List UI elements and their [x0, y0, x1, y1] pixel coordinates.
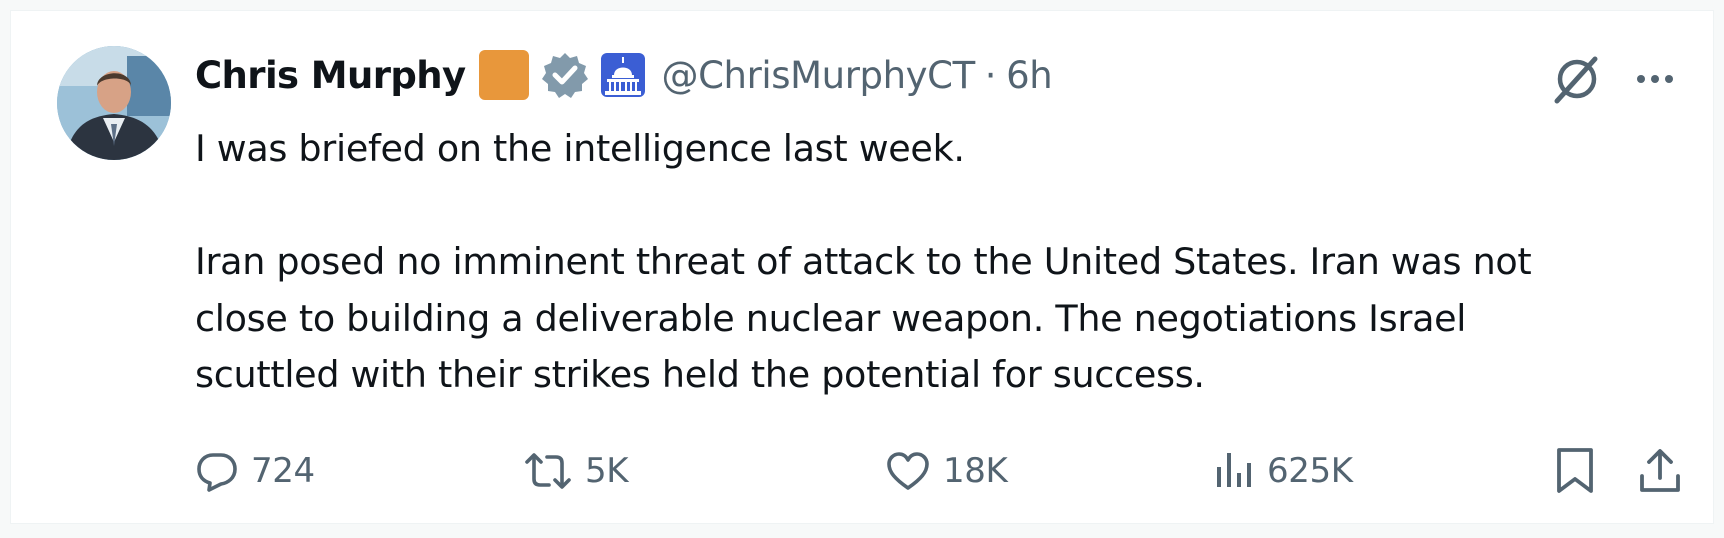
like-button[interactable]: 18K — [885, 441, 1008, 501]
repost-count: 5K — [585, 451, 629, 491]
action-bar: 724 5K 18K 625K — [195, 441, 1695, 501]
author-display-name[interactable]: Chris Murphy — [195, 54, 466, 97]
like-icon — [887, 452, 929, 490]
verified-badge-icon[interactable] — [541, 51, 589, 99]
tweet-header: Chris Murphy @ChrisMurphyCT · 6h — [195, 47, 1053, 103]
share-icon — [1640, 449, 1680, 492]
repost-icon — [525, 453, 571, 489]
header-separator: · — [984, 53, 997, 97]
avatar-photo — [57, 46, 171, 160]
tweet-text: I was briefed on the intelligence last w… — [195, 121, 1695, 404]
tweet-line: close to building a deliverable nuclear … — [195, 296, 1467, 340]
views-icon — [1217, 453, 1251, 487]
tweet-card[interactable]: Chris Murphy @ChrisMurphyCT · 6h I was b… — [10, 10, 1714, 524]
tweet-timestamp[interactable]: 6h — [1006, 54, 1053, 97]
author-handle[interactable]: @ChrisMurphyCT — [661, 54, 975, 97]
bookmark-icon — [1557, 448, 1593, 493]
reply-icon — [197, 453, 237, 492]
more-icon[interactable] — [1629, 59, 1681, 99]
reply-count: 724 — [251, 451, 315, 491]
avatar[interactable] — [57, 46, 171, 160]
bookmark-button[interactable] — [1553, 441, 1597, 501]
repost-button[interactable]: 5K — [523, 441, 629, 501]
share-button[interactable] — [1637, 441, 1683, 501]
views-button[interactable]: 625K — [1215, 441, 1353, 501]
tweet-paragraph: I was briefed on the intelligence last w… — [195, 127, 965, 170]
tweet-line: scuttled with their strikes held the pot… — [195, 353, 1205, 396]
reply-button[interactable]: 724 — [195, 441, 315, 501]
grok-icon[interactable] — [1551, 53, 1603, 105]
tweet-line: Iran posed no imminent threat of attack … — [195, 240, 1532, 283]
orange-square-badge-icon — [479, 50, 530, 100]
capitol-building-badge-icon[interactable] — [601, 53, 646, 97]
views-count: 625K — [1267, 451, 1353, 491]
like-count: 18K — [943, 451, 1008, 491]
